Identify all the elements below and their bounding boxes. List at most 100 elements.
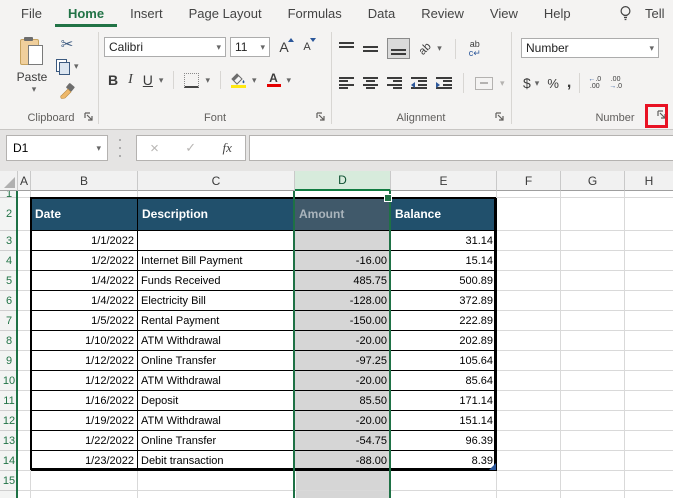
cell-D12[interactable]: -20.00 [295, 411, 391, 431]
increase-font-size-button[interactable]: A [274, 37, 294, 57]
table-header-description[interactable]: Description [138, 198, 295, 231]
copy-button[interactable]: ▾ [56, 59, 79, 75]
orientation-button[interactable]: ab ▾ [417, 40, 442, 57]
tab-home[interactable]: Home [54, 0, 118, 27]
column-header-G[interactable]: G [561, 171, 625, 191]
column-header-D[interactable]: D [295, 171, 391, 191]
cell-D3[interactable] [295, 231, 391, 251]
number-format-combo[interactable]: Number ▾ [521, 38, 659, 58]
bottom-align-button[interactable] [387, 38, 410, 59]
decrease-indent-button[interactable] [411, 76, 427, 90]
column-header-B[interactable]: B [31, 171, 138, 191]
italic-button[interactable]: I [128, 72, 133, 88]
tab-view[interactable]: View [477, 0, 531, 27]
align-center-button[interactable] [363, 76, 378, 90]
cell-C7[interactable]: Rental Payment [138, 311, 295, 331]
font-color-dropdown-icon[interactable]: ▾ [287, 75, 292, 86]
cell-E6[interactable]: 372.89 [391, 291, 497, 311]
align-left-button[interactable] [339, 76, 354, 90]
cell-B8[interactable]: 1/10/2022 [31, 331, 138, 351]
fill-handle[interactable] [384, 194, 392, 202]
cell-B5[interactable]: 1/4/2022 [31, 271, 138, 291]
font-name-combo[interactable]: Calibri ▾ [104, 37, 226, 57]
cell-E11[interactable]: 171.14 [391, 391, 497, 411]
alignment-dialog-launcher-icon[interactable] [493, 110, 507, 124]
name-box[interactable]: D1 ▾ [6, 135, 108, 161]
tab-data[interactable]: Data [355, 0, 408, 27]
cell-D13[interactable]: -54.75 [295, 431, 391, 451]
accounting-format-button[interactable]: $ [523, 75, 531, 91]
cell-E7[interactable]: 222.89 [391, 311, 497, 331]
column-header-E[interactable]: E [391, 171, 497, 191]
cell-C10[interactable]: ATM Withdrawal [138, 371, 295, 391]
cell-E5[interactable]: 500.89 [391, 271, 497, 291]
cell-C3[interactable] [138, 231, 295, 251]
cell-C5[interactable]: Funds Received [138, 271, 295, 291]
cell-B14[interactable]: 1/23/2022 [31, 451, 138, 471]
cell-C8[interactable]: ATM Withdrawal [138, 331, 295, 351]
cell-B10[interactable]: 1/12/2022 [31, 371, 138, 391]
cell-E12[interactable]: 151.14 [391, 411, 497, 431]
column-header-F[interactable]: F [497, 171, 561, 191]
cell-D11[interactable]: 85.50 [295, 391, 391, 411]
paste-button[interactable]: Paste ▾ [14, 35, 50, 113]
wrap-text-button[interactable]: ab c↵ [469, 39, 481, 58]
cell-D6[interactable]: -128.00 [295, 291, 391, 311]
cell-B7[interactable]: 1/5/2022 [31, 311, 138, 331]
underline-button[interactable]: U [143, 72, 153, 88]
cell-B9[interactable]: 1/12/2022 [31, 351, 138, 371]
cell-D8[interactable]: -20.00 [295, 331, 391, 351]
middle-align-button[interactable] [363, 42, 378, 55]
cut-button[interactable]: ✂ [56, 35, 78, 53]
column-header-H[interactable]: H [625, 171, 673, 191]
cell-E4[interactable]: 15.14 [391, 251, 497, 271]
cell-B4[interactable]: 1/2/2022 [31, 251, 138, 271]
tell-me-label[interactable]: Tell [645, 6, 665, 21]
cell-C14[interactable]: Debit transaction [138, 451, 295, 471]
table-header-date[interactable]: Date [31, 198, 138, 231]
table-header-balance[interactable]: Balance [391, 198, 497, 231]
fill-color-button[interactable] [230, 72, 246, 88]
borders-dropdown-icon[interactable]: ▾ [205, 75, 210, 86]
paste-dropdown-icon[interactable]: ▾ [18, 84, 50, 95]
cancel-button[interactable]: × [150, 140, 159, 157]
cell-E9[interactable]: 105.64 [391, 351, 497, 371]
underline-dropdown-icon[interactable]: ▾ [159, 75, 164, 86]
cell-C9[interactable]: Online Transfer [138, 351, 295, 371]
cell-B6[interactable]: 1/4/2022 [31, 291, 138, 311]
cell-C4[interactable]: Internet Bill Payment [138, 251, 295, 271]
fill-color-dropdown-icon[interactable]: ▾ [252, 75, 257, 86]
increase-decimal-button[interactable]: ←.0 .00 [588, 76, 601, 90]
font-size-combo[interactable]: 11 ▾ [230, 37, 270, 57]
cell-D14[interactable]: -88.00 [295, 451, 391, 471]
cell-B13[interactable]: 1/22/2022 [31, 431, 138, 451]
cell-E3[interactable]: 31.14 [391, 231, 497, 251]
cell-D7[interactable]: -150.00 [295, 311, 391, 331]
cell-D5[interactable]: 485.75 [295, 271, 391, 291]
borders-button[interactable] [184, 72, 200, 88]
increase-indent-button[interactable] [436, 76, 452, 90]
font-dialog-launcher-icon[interactable] [314, 110, 328, 124]
cell-C13[interactable]: Online Transfer [138, 431, 295, 451]
cell-E10[interactable]: 85.64 [391, 371, 497, 391]
cell-D9[interactable]: -97.25 [295, 351, 391, 371]
tab-formulas[interactable]: Formulas [275, 0, 355, 27]
cell-B3[interactable]: 1/1/2022 [31, 231, 138, 251]
select-all-button[interactable] [0, 171, 18, 191]
cell-C11[interactable]: Deposit [138, 391, 295, 411]
cell-B11[interactable]: 1/16/2022 [31, 391, 138, 411]
copy-dropdown-icon[interactable]: ▾ [74, 61, 79, 72]
tab-review[interactable]: Review [408, 0, 477, 27]
cell-E13[interactable]: 96.39 [391, 431, 497, 451]
top-align-button[interactable] [339, 42, 354, 55]
percent-style-button[interactable]: % [547, 76, 559, 91]
cell-E14[interactable]: 8.39 [391, 451, 497, 471]
decrease-decimal-button[interactable]: .00 →.0 [609, 76, 622, 90]
enter-button[interactable]: ✓ [185, 140, 196, 156]
decrease-font-size-button[interactable]: A [298, 37, 316, 57]
cell-C12[interactable]: ATM Withdrawal [138, 411, 295, 431]
align-right-button[interactable] [387, 76, 402, 90]
comma-style-button[interactable]: , [567, 74, 571, 92]
accounting-dropdown-icon[interactable]: ▾ [535, 78, 540, 89]
column-header-C[interactable]: C [138, 171, 295, 191]
